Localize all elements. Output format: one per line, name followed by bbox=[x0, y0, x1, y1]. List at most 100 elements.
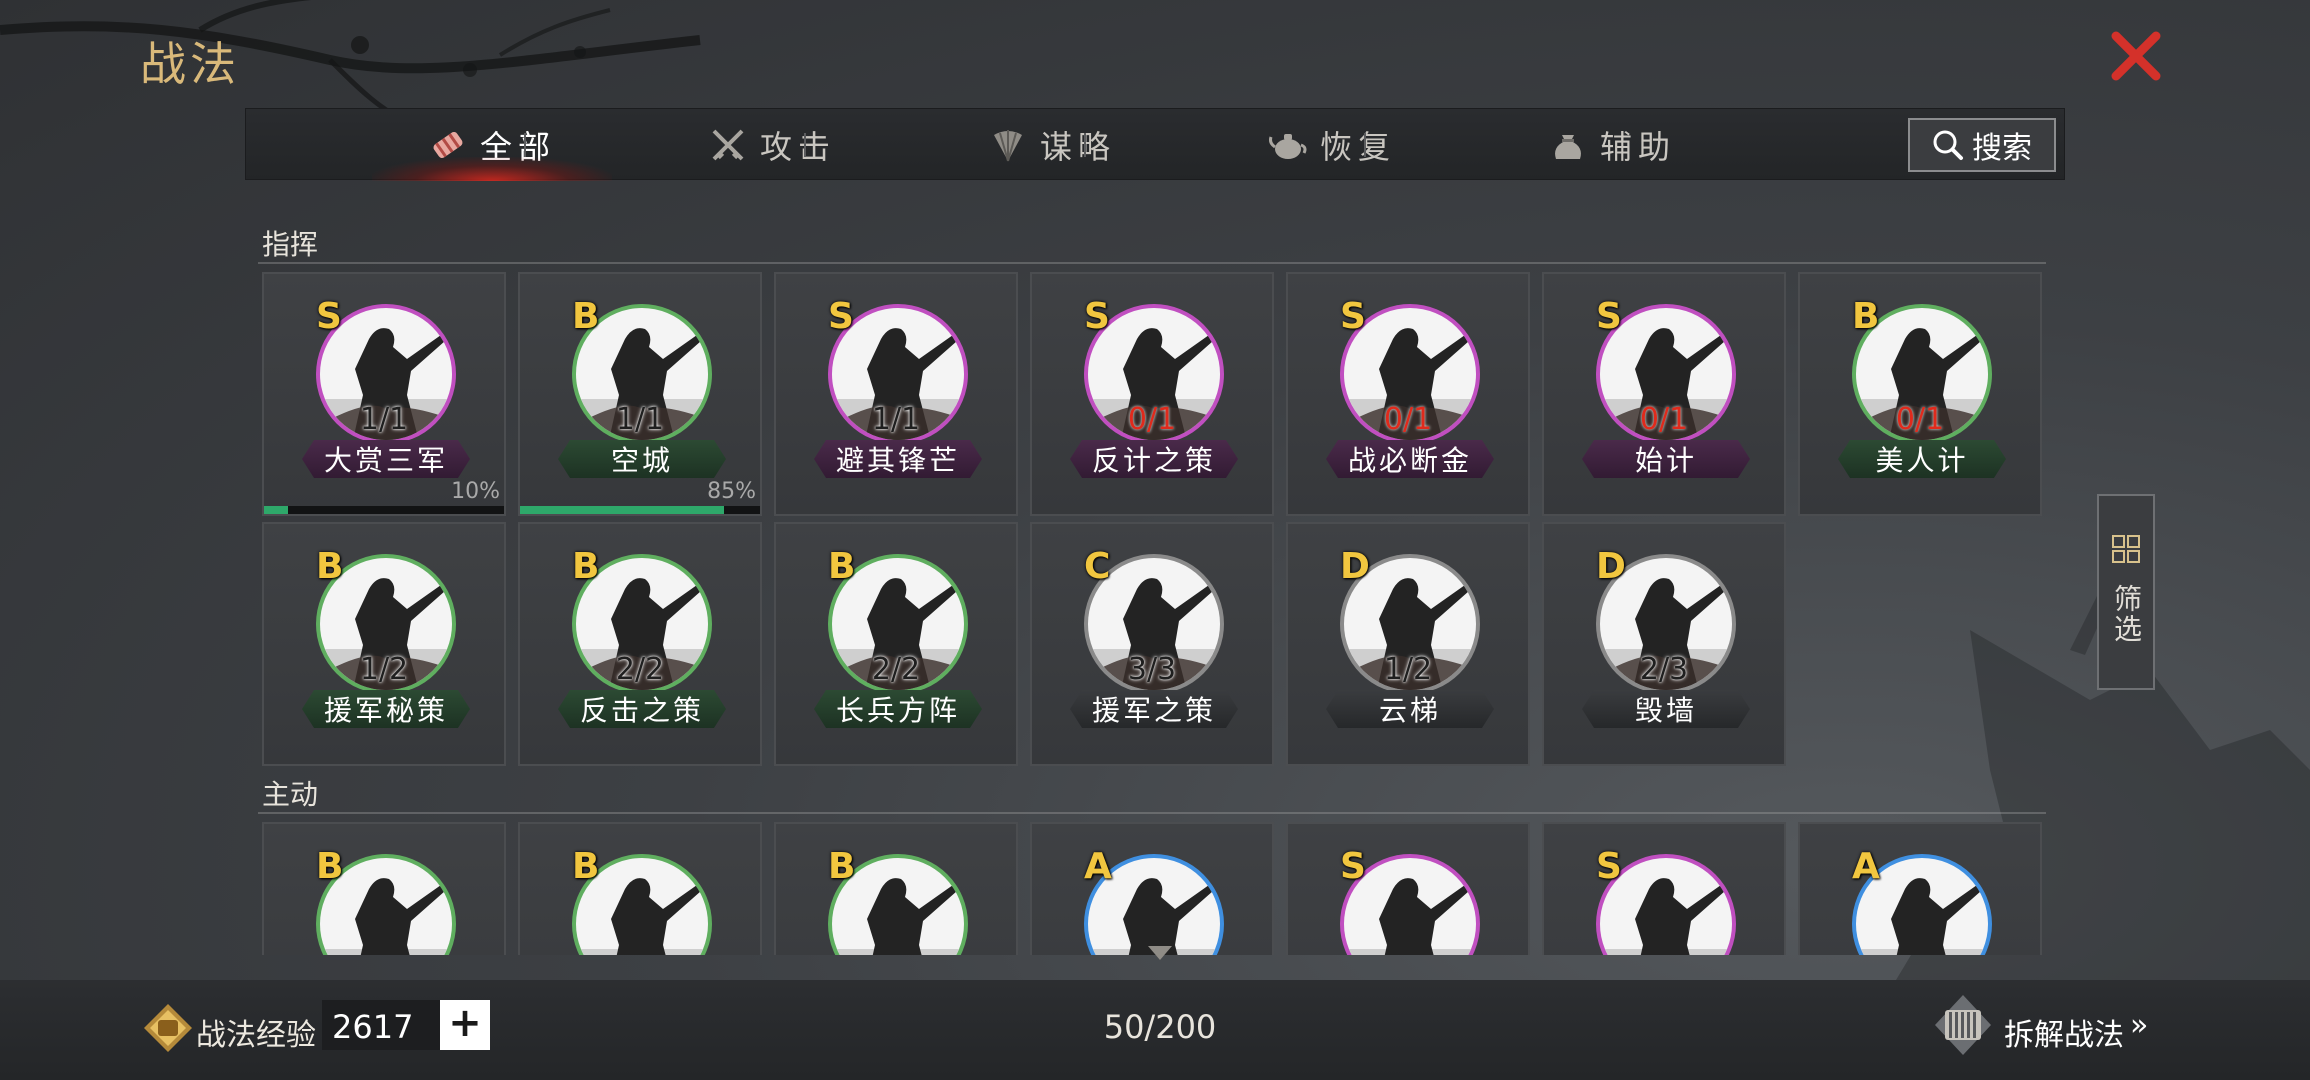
grade-label: D bbox=[1340, 546, 1370, 587]
bottom-bar: 战法经验 2617 + 50/200 拆解战法 » bbox=[0, 980, 2310, 1080]
tactic-card[interactable]: B 1/2 援军秘策 bbox=[262, 522, 506, 766]
progress-fill bbox=[264, 506, 288, 514]
tactic-name: 援军之策 bbox=[1070, 690, 1238, 728]
tactic-card[interactable]: D 1/2 云梯 bbox=[1286, 522, 1530, 766]
section-title-active: 主动 bbox=[262, 778, 319, 811]
tactic-card[interactable]: S bbox=[1286, 822, 1530, 955]
page-title: 战法 bbox=[140, 37, 240, 91]
section-divider bbox=[258, 262, 2046, 264]
exp-value: 2617 bbox=[332, 1008, 414, 1046]
grade-label: S bbox=[1340, 846, 1366, 887]
dismantle-tactics-button[interactable]: 拆解战法 » bbox=[1934, 994, 2174, 1058]
tactic-card[interactable]: B 0/1 美人计 bbox=[1798, 272, 2042, 516]
tactic-name: 战必断金 bbox=[1326, 440, 1494, 478]
exp-scroll-icon bbox=[144, 1004, 192, 1052]
tactic-card[interactable]: B bbox=[262, 822, 506, 955]
grade-label: B bbox=[828, 846, 856, 887]
tactic-card[interactable]: D 2/3 毁墙 bbox=[1542, 522, 1786, 766]
tactic-card[interactable]: S 0/1 战必断金 bbox=[1286, 272, 1530, 516]
tactic-name: 毁墙 bbox=[1582, 690, 1750, 728]
filter-button[interactable]: 筛选 bbox=[2097, 494, 2155, 690]
tactic-name: 援军秘策 bbox=[302, 690, 470, 728]
tactic-card[interactable]: C 3/3 援军之策 bbox=[1030, 522, 1274, 766]
tab-divider bbox=[1084, 133, 1086, 157]
tactic-card[interactable]: S 0/1 反计之策 bbox=[1030, 272, 1274, 516]
tactic-card[interactable]: B 1/1 空城 85% bbox=[518, 272, 762, 516]
level-label: 1/1 bbox=[615, 402, 665, 437]
tactic-card[interactable]: A bbox=[1798, 822, 2042, 955]
tab-divider bbox=[804, 133, 806, 157]
tactics-list[interactable]: 指挥 S 1/1 大赏三军 10% B 1/1 空城 85% S 1/1 避其锋芒 S 0/1 反计之策 S… bbox=[258, 210, 2048, 955]
tactic-card[interactable]: B bbox=[518, 822, 762, 955]
grade-label: A bbox=[1084, 846, 1112, 887]
tab-attack[interactable]: 攻击 bbox=[632, 109, 912, 181]
tactic-name: 长兵方阵 bbox=[814, 690, 982, 728]
grade-label: B bbox=[828, 546, 856, 587]
tab-label: 辅助 bbox=[1599, 128, 1676, 166]
grade-label: S bbox=[1084, 296, 1110, 337]
tab-strategy[interactable]: 谋略 bbox=[912, 109, 1192, 181]
teapot-icon bbox=[1268, 134, 1307, 159]
tab-divider bbox=[524, 133, 526, 157]
tactic-card[interactable]: A bbox=[1030, 822, 1274, 955]
level-label: 0/1 bbox=[1383, 402, 1433, 437]
double-chevron-right-icon: » bbox=[2130, 1008, 2149, 1043]
tactic-card[interactable]: S 1/1 避其锋芒 bbox=[774, 272, 1018, 516]
tactic-card[interactable]: S 1/1 大赏三军 10% bbox=[262, 272, 506, 516]
tab-divider bbox=[1364, 133, 1366, 157]
search-icon bbox=[1933, 130, 1963, 160]
tactic-card[interactable]: S 0/1 始计 bbox=[1542, 272, 1786, 516]
grade-label: B bbox=[572, 296, 600, 337]
bamboo-scroll-icon bbox=[1935, 995, 1991, 1055]
tactic-card[interactable]: S bbox=[1542, 822, 1786, 955]
grade-label: B bbox=[316, 846, 344, 887]
tactic-name: 美人计 bbox=[1838, 440, 2006, 478]
tab-recover[interactable]: 恢复 bbox=[1192, 109, 1472, 181]
tactic-name: 空城 bbox=[558, 440, 726, 478]
grade-label: S bbox=[316, 296, 342, 337]
tactic-name: 大赏三军 bbox=[302, 440, 470, 478]
tab-label: 谋略 bbox=[1039, 128, 1116, 166]
pouch-icon bbox=[1555, 135, 1581, 159]
level-label: 1/2 bbox=[359, 652, 409, 687]
tactic-name: 始计 bbox=[1582, 440, 1750, 478]
tactic-card[interactable]: B 2/2 反击之策 bbox=[518, 522, 762, 766]
section-title-command: 指挥 bbox=[262, 228, 319, 261]
filter-label: 筛选 bbox=[2110, 584, 2143, 644]
tactic-card[interactable]: B bbox=[774, 822, 1018, 955]
level-label: 1/1 bbox=[359, 402, 409, 437]
crossed-swords-icon bbox=[712, 129, 744, 161]
close-x-icon[interactable] bbox=[2108, 28, 2164, 84]
level-label: 1/1 bbox=[871, 402, 921, 437]
level-label: 1/2 bbox=[1383, 652, 1433, 687]
tactic-card[interactable]: B 2/2 长兵方阵 bbox=[774, 522, 1018, 766]
search-label: 搜索 bbox=[1972, 131, 2032, 166]
add-exp-button[interactable]: + bbox=[440, 1000, 490, 1050]
tab-label: 恢复 bbox=[1319, 128, 1396, 166]
progress-bar bbox=[264, 506, 504, 514]
tactic-name: 反击之策 bbox=[558, 690, 726, 728]
section-divider bbox=[258, 812, 2046, 814]
grade-label: B bbox=[572, 846, 600, 887]
level-label: 2/2 bbox=[615, 652, 665, 687]
grade-label: B bbox=[572, 546, 600, 587]
scroll-down-indicator-icon bbox=[1148, 946, 1172, 960]
grade-label: S bbox=[1596, 846, 1622, 887]
level-label: 0/1 bbox=[1639, 402, 1689, 437]
tactic-name: 反计之策 bbox=[1070, 440, 1238, 478]
grade-label: S bbox=[828, 296, 854, 337]
level-label: 0/1 bbox=[1127, 402, 1177, 437]
grade-label: S bbox=[1340, 296, 1366, 337]
level-label: 0/1 bbox=[1895, 402, 1945, 437]
grade-label: A bbox=[1852, 846, 1880, 887]
feather-fan-icon bbox=[993, 130, 1022, 162]
tab-all[interactable]: 全部 bbox=[352, 109, 632, 181]
grade-label: D bbox=[1596, 546, 1626, 587]
search-button[interactable]: 搜索 bbox=[1908, 118, 2056, 172]
tactic-name: 避其锋芒 bbox=[814, 440, 982, 478]
level-label: 2/3 bbox=[1639, 652, 1689, 687]
tab-support[interactable]: 辅助 bbox=[1472, 109, 1752, 181]
level-label: 2/2 bbox=[871, 652, 921, 687]
tactics-count: 50/200 bbox=[1103, 1008, 1217, 1046]
progress-bar bbox=[520, 506, 760, 514]
